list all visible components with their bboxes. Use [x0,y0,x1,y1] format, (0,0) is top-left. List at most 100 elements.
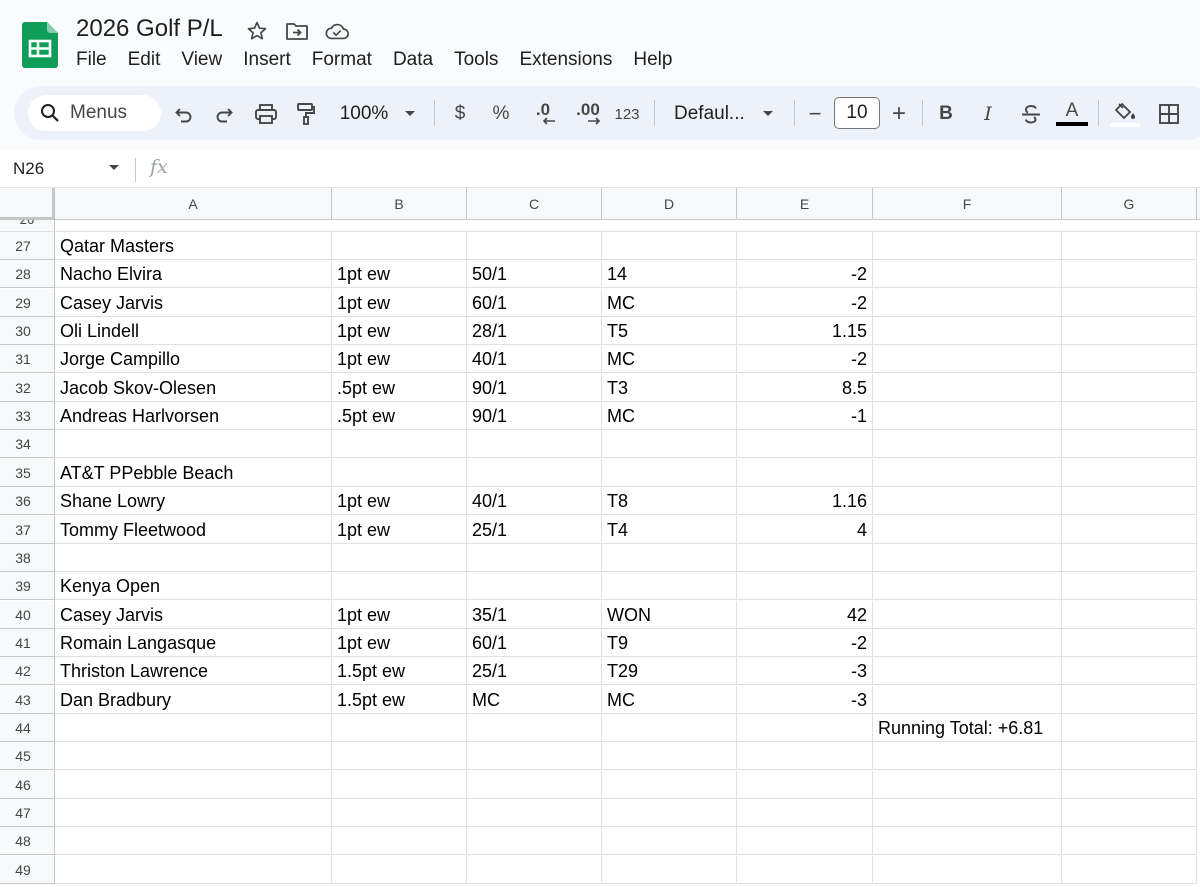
row-header[interactable]: 40 [0,600,55,629]
document-title[interactable]: 2026 Golf P/L [76,15,223,43]
cell-f[interactable] [873,628,1062,657]
zoom-chevron-down-icon[interactable] [402,100,418,128]
cell-b[interactable]: 1pt ew [332,515,467,544]
row-header[interactable]: 32 [0,373,55,402]
cell-g[interactable] [1062,572,1197,601]
cell-g[interactable] [1062,799,1197,827]
cell-a[interactable] [55,543,332,572]
menu-data[interactable]: Data [393,49,433,71]
cell-g[interactable] [1062,317,1197,346]
cell-e[interactable]: -3 [737,657,873,686]
cell-b[interactable]: 1pt ew [332,260,467,289]
cell-c[interactable]: 25/1 [467,657,602,686]
cell-b[interactable]: .5pt ew [332,373,467,402]
cell-e[interactable]: -2 [737,628,873,657]
menus-search[interactable]: Menus [28,95,161,131]
row-header[interactable]: 48 [0,827,55,856]
cell-d[interactable]: T3 [602,373,737,402]
cell-b[interactable]: 1pt ew [332,317,467,346]
cell-b[interactable]: 1pt ew [332,288,467,317]
cell-a[interactable]: Oli Lindell [55,317,332,346]
star-icon[interactable] [244,18,270,44]
cell-f[interactable] [873,260,1062,289]
cell-a[interactable]: Casey Jarvis [55,288,332,317]
redo-icon[interactable] [212,100,236,128]
strikethrough-icon[interactable] [1018,100,1044,128]
cell-g[interactable] [1062,288,1197,317]
font-size-input[interactable]: 10 [834,97,880,129]
cell-f[interactable]: Running Total: +6.81 [873,713,1062,742]
row-header[interactable]: 29 [0,288,55,317]
cell-f[interactable] [873,288,1062,317]
name-box[interactable]: N26 [13,159,44,179]
cell-g[interactable] [1062,628,1197,657]
cell-f[interactable] [873,543,1062,572]
print-icon[interactable] [252,100,280,128]
cell-b[interactable] [332,543,467,572]
cell-f[interactable] [873,600,1062,629]
cell-a[interactable] [55,713,332,742]
menu-format[interactable]: Format [312,49,372,71]
cell-d[interactable]: T29 [602,657,737,686]
cell-c[interactable] [467,430,602,459]
cell-b[interactable]: 1pt ew [332,345,467,374]
cell-d[interactable]: T4 [602,515,737,544]
cell-g[interactable] [1062,345,1197,374]
cell-a[interactable]: Nacho Elvira [55,260,332,289]
row-header[interactable]: 30 [0,317,55,346]
row-header[interactable]: 36 [0,487,55,516]
text-color-button[interactable]: A [1056,100,1088,128]
cell-d[interactable] [602,430,737,459]
cell-a[interactable]: Thriston Lawrence [55,657,332,686]
menu-view[interactable]: View [181,49,222,71]
row-header[interactable]: 45 [0,742,55,771]
cell-f[interactable] [873,827,1062,856]
cell-c[interactable]: 50/1 [467,260,602,289]
cell-f[interactable] [873,572,1062,601]
cell-c[interactable] [467,770,602,799]
cell-f[interactable] [873,458,1062,487]
cell-e[interactable] [737,827,873,856]
cell-b[interactable]: .5pt ew [332,402,467,431]
cell-d[interactable] [602,827,737,856]
cell-f[interactable] [873,402,1062,431]
cell-a[interactable] [55,430,332,459]
borders-icon[interactable] [1156,100,1182,128]
cell-e[interactable] [737,232,873,260]
cell-a[interactable]: AT&T PPebble Beach [55,458,332,487]
increase-decimal-button[interactable]: .00 [572,100,604,128]
paint-format-icon[interactable] [294,100,318,128]
cell-c[interactable]: 40/1 [467,487,602,516]
cell-a[interactable]: Dan Bradbury [55,685,332,714]
cell-b[interactable] [332,827,467,856]
cell-c[interactable]: 90/1 [467,373,602,402]
cell-f[interactable] [873,685,1062,714]
column-header-g[interactable]: G [1062,188,1197,220]
name-box-chevron-down-icon[interactable] [108,164,120,172]
cell-a[interactable]: Romain Langasque [55,628,332,657]
cell-e[interactable]: -2 [737,260,873,289]
cell-d[interactable]: MC [602,402,737,431]
cell-f[interactable] [873,515,1062,544]
bold-button[interactable]: B [936,100,956,128]
number-format-button[interactable]: 123 [612,100,642,128]
row-header[interactable]: 39 [0,572,55,601]
cell-c[interactable] [467,543,602,572]
cell-e[interactable] [737,799,873,827]
cell-c[interactable] [467,855,602,884]
sheets-logo-icon[interactable] [22,22,58,68]
currency-format-button[interactable]: $ [450,100,470,128]
cell-e[interactable] [737,713,873,742]
cell-d[interactable]: T9 [602,628,737,657]
cell-a[interactable] [55,799,332,827]
cell-b[interactable] [332,855,467,884]
cell-g[interactable] [1062,373,1197,402]
cell-g[interactable] [1062,657,1197,686]
row-header[interactable]: 46 [0,770,55,799]
row-header[interactable]: 33 [0,402,55,431]
cell-g[interactable] [1062,600,1197,629]
cell-e[interactable]: -2 [737,288,873,317]
cell-d[interactable]: WON [602,600,737,629]
row-header[interactable]: 37 [0,515,55,544]
cell-e[interactable]: -1 [737,402,873,431]
